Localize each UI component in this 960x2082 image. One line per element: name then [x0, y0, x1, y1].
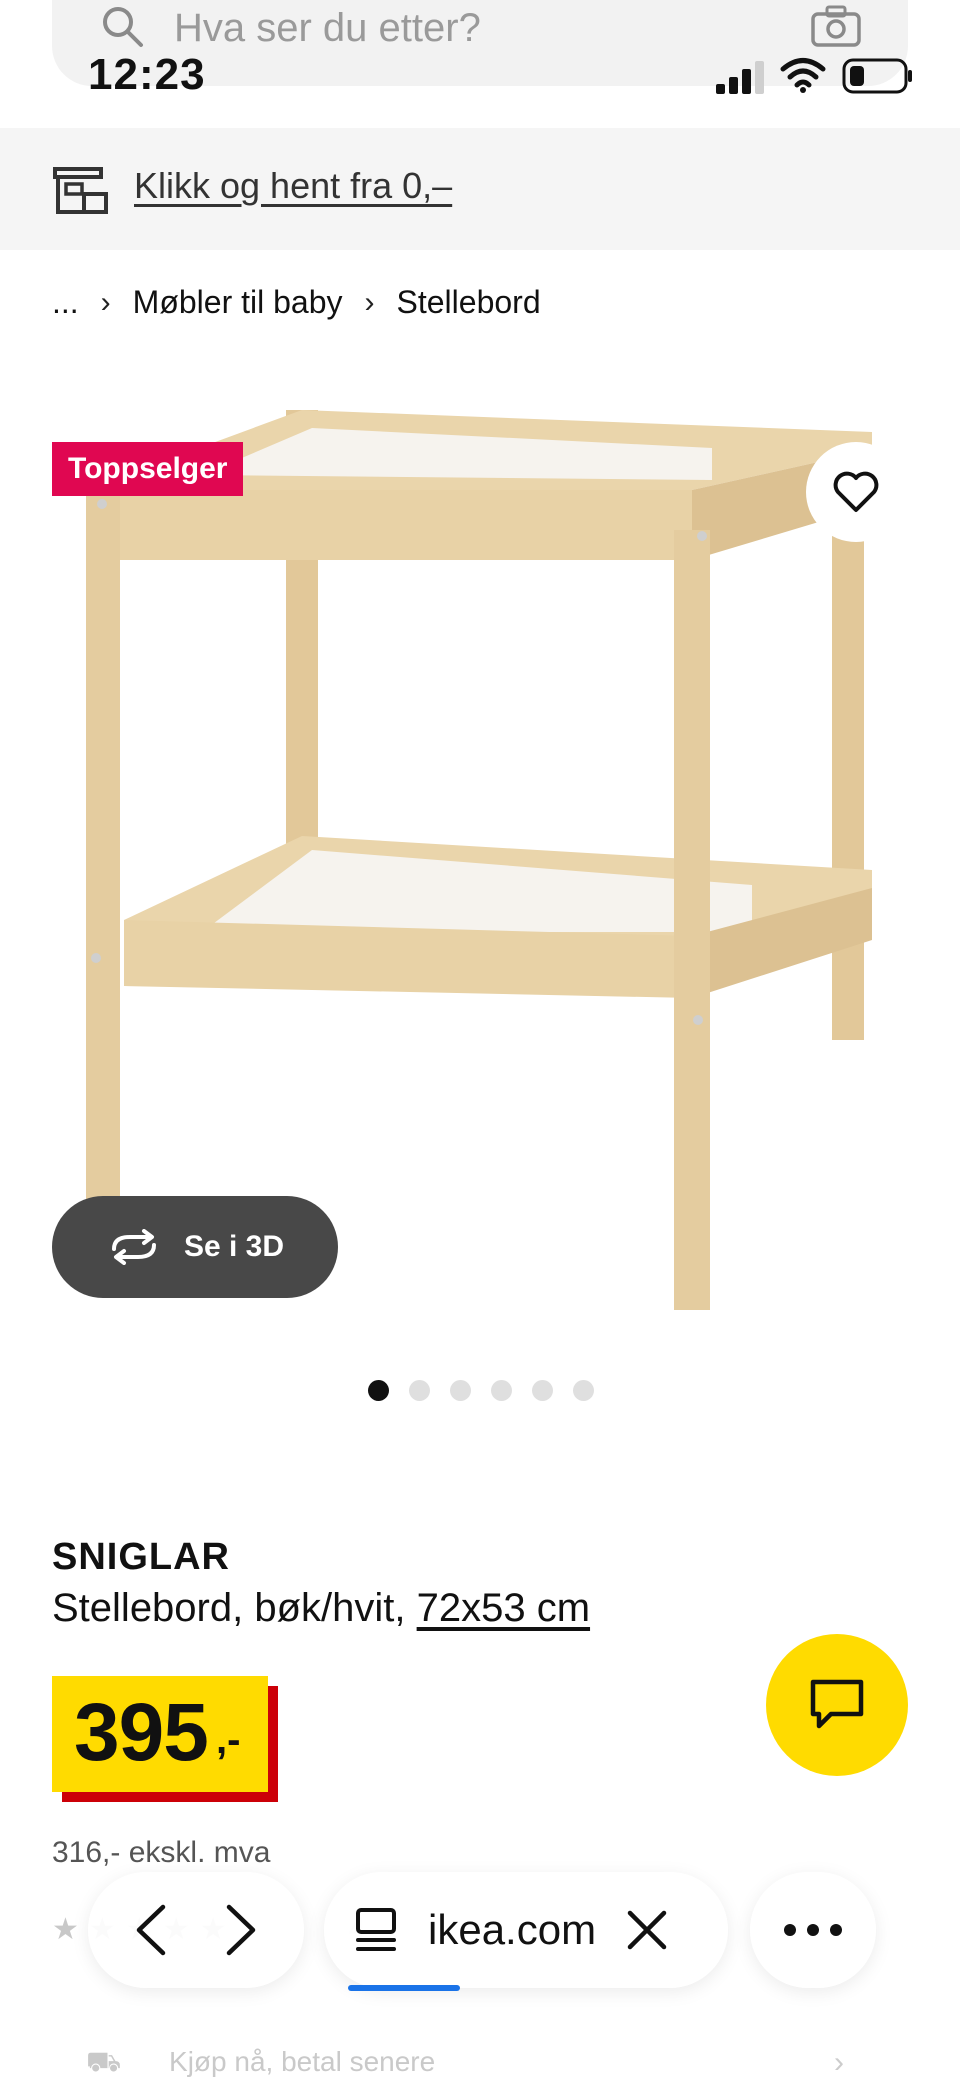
chevron-right-icon: › — [834, 2046, 844, 2079]
carousel-dot[interactable] — [368, 1380, 389, 1401]
product-size-link[interactable]: 72x53 cm — [417, 1586, 590, 1630]
top-seller-badge: Toppselger — [52, 442, 244, 496]
carousel-dot[interactable] — [573, 1380, 594, 1401]
carousel-dot[interactable] — [491, 1380, 512, 1401]
shopping-icon: ⛟ — [86, 2046, 122, 2077]
chevron-right-icon: › — [100, 285, 111, 319]
star-icon: ★ — [52, 1913, 79, 1946]
back-arrow-icon[interactable] — [131, 1903, 171, 1957]
bnpl-label: Kjøp nå, betal senere — [169, 2046, 436, 2077]
page-load-progress — [348, 1985, 460, 1991]
breadcrumb: ... › Møbler til baby › Stellebord — [52, 284, 541, 321]
chat-button[interactable] — [766, 1634, 908, 1776]
store-pickup-icon — [53, 167, 108, 214]
camera-icon[interactable] — [810, 4, 862, 48]
price-suffix: ,- — [216, 1718, 241, 1762]
image-carousel-indicator — [368, 1380, 594, 1401]
view-in-3d-button[interactable]: Se i 3D — [52, 1196, 338, 1298]
click-and-collect-link[interactable]: Klikk og hent fra 0,– — [134, 165, 452, 207]
more-options-button[interactable] — [750, 1872, 876, 1988]
product-name: SNIGLAR — [52, 1536, 230, 1578]
carousel-dot[interactable] — [450, 1380, 471, 1401]
address-bar[interactable]: ikea.com — [324, 1872, 728, 1988]
breadcrumb-ellipsis[interactable]: ... — [52, 284, 79, 321]
breadcrumb-item-changing-table[interactable]: Stellebord — [397, 284, 541, 321]
tabs-icon[interactable] — [354, 1906, 398, 1954]
favorite-button[interactable] — [806, 442, 906, 542]
browser-navigation — [88, 1872, 304, 1988]
price-value: 395 — [74, 1687, 209, 1778]
battery-icon — [842, 58, 912, 94]
status-time: 12:23 — [88, 50, 206, 99]
chat-icon — [810, 1679, 864, 1729]
product-type: Stellebord, bøk/hvit, — [52, 1586, 406, 1630]
view-in-3d-label: Se i 3D — [183, 1230, 285, 1263]
signal-icon — [716, 61, 764, 94]
chevron-right-icon: › — [364, 285, 375, 319]
buy-now-pay-later-row[interactable]: ⛟ Kjøp nå, betal senere — [86, 2046, 435, 2082]
carousel-dot[interactable] — [532, 1380, 553, 1401]
breadcrumb-item-baby-furniture[interactable]: Møbler til baby — [133, 284, 343, 321]
price-excl-vat: 316,- ekskl. mva — [52, 1836, 271, 1869]
search-input[interactable]: Hva ser du etter? — [174, 6, 481, 51]
more-dots-icon — [784, 1924, 842, 1936]
forward-arrow-icon[interactable] — [221, 1903, 261, 1957]
rotate-3d-icon — [111, 1229, 156, 1265]
heart-icon — [833, 471, 879, 512]
wifi-icon — [780, 58, 826, 93]
product-description: Stellebord, bøk/hvit, 72x53 cm — [52, 1586, 590, 1631]
url-text: ikea.com — [428, 1906, 597, 1953]
close-icon[interactable] — [626, 1909, 668, 1951]
carousel-dot[interactable] — [409, 1380, 430, 1401]
search-icon — [103, 7, 143, 47]
